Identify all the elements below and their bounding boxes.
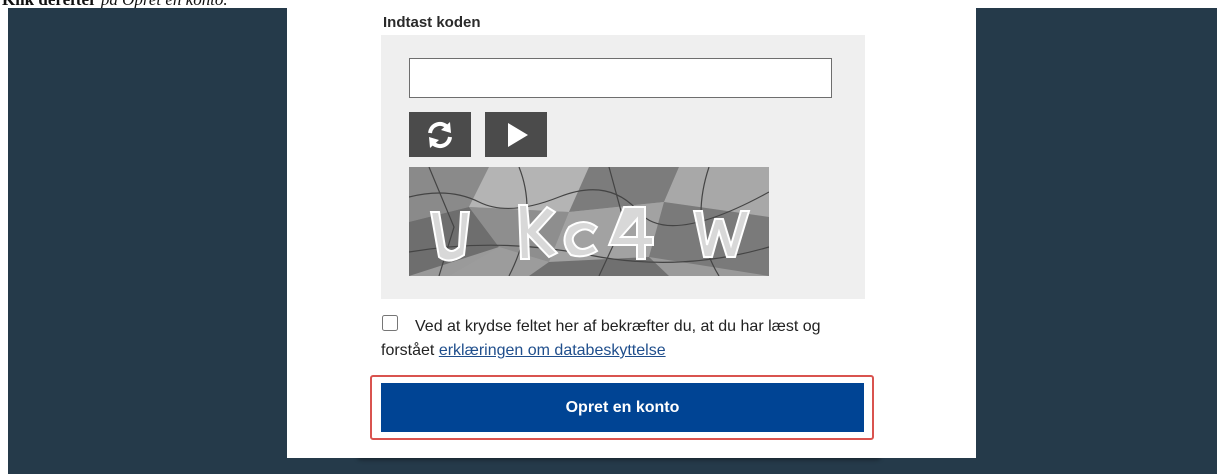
caption-lead: Klik derefter bbox=[2, 0, 97, 8]
caption-target: Opret en konto. bbox=[122, 0, 228, 8]
play-audio-button[interactable] bbox=[485, 112, 547, 157]
create-account-button[interactable]: Opret en konto bbox=[381, 383, 864, 432]
captcha-image-graphic bbox=[409, 167, 769, 276]
instruction-caption: Klik derefter på Opret en konto. bbox=[2, 0, 228, 8]
code-label: Indtast koden bbox=[383, 14, 481, 31]
refresh-icon bbox=[428, 121, 452, 148]
caption-middle: på bbox=[101, 0, 118, 8]
play-audio-icon bbox=[508, 122, 528, 147]
code-input[interactable] bbox=[409, 58, 832, 98]
consent-text: Ved at krydse feltet her af bekræfter du… bbox=[381, 315, 861, 363]
privacy-statement-link[interactable]: erklæringen om databeskyttelse bbox=[439, 342, 666, 359]
refresh-captcha-button[interactable] bbox=[409, 112, 471, 157]
captcha-image bbox=[409, 167, 769, 276]
